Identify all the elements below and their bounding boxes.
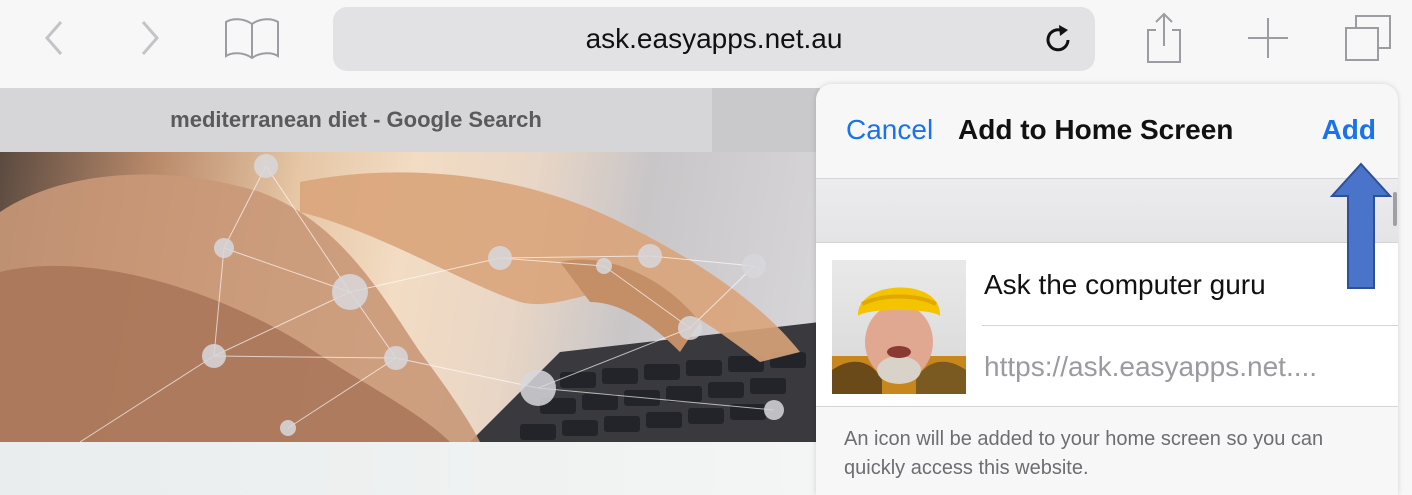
- tab-bar: mediterranean diet - Google Search: [0, 88, 820, 152]
- plus-icon: [1248, 18, 1288, 58]
- chevron-right-icon: [141, 21, 159, 55]
- share-icon: [1147, 12, 1181, 63]
- cancel-button[interactable]: Cancel: [846, 114, 933, 146]
- popover-header: Cancel Add to Home Screen Add: [816, 84, 1398, 179]
- bookmarks-button[interactable]: [220, 10, 284, 66]
- add-button[interactable]: Add: [1322, 114, 1376, 146]
- tab-mediterranean-diet[interactable]: mediterranean diet - Google Search: [0, 88, 712, 152]
- tabs-icon: [1345, 15, 1391, 61]
- card-divider: [982, 325, 1398, 326]
- back-button[interactable]: [36, 10, 72, 66]
- site-name-field[interactable]: Ask the computer guru: [984, 269, 1266, 301]
- reload-icon[interactable]: [1041, 21, 1077, 57]
- tab-background[interactable]: [712, 88, 820, 152]
- browser-toolbar: ask.easyapps.net.au: [0, 0, 1412, 88]
- tab-title: mediterranean diet - Google Search: [170, 107, 542, 132]
- book-icon: [225, 18, 279, 60]
- forward-button[interactable]: [132, 10, 168, 66]
- address-text: ask.easyapps.net.au: [585, 23, 843, 54]
- site-url: https://ask.easyapps.net....: [984, 351, 1318, 382]
- address-bar[interactable]: ask.easyapps.net.au: [333, 7, 1095, 71]
- hands-keyboard-image: [0, 154, 820, 442]
- page-background: [0, 442, 820, 495]
- new-tab-button[interactable]: [1240, 10, 1296, 66]
- share-button[interactable]: [1136, 10, 1192, 66]
- popover-title: Add to Home Screen: [958, 114, 1234, 145]
- site-icon-thumbnail: [832, 260, 966, 394]
- annotation-arrow-icon: [1329, 162, 1393, 289]
- chevron-left-icon: [45, 21, 63, 55]
- hero-image: [0, 152, 820, 442]
- section-spacer: [816, 179, 1398, 243]
- add-to-home-screen-popover: Cancel Add to Home Screen Add Ask the co…: [816, 84, 1398, 495]
- popover-footer-text: An icon will be added to your home scree…: [844, 428, 1324, 479]
- tabs-button[interactable]: [1340, 10, 1400, 66]
- site-info-card: Ask the computer guru https://ask.easyap…: [816, 243, 1398, 407]
- guru-photo-icon: [832, 287, 966, 394]
